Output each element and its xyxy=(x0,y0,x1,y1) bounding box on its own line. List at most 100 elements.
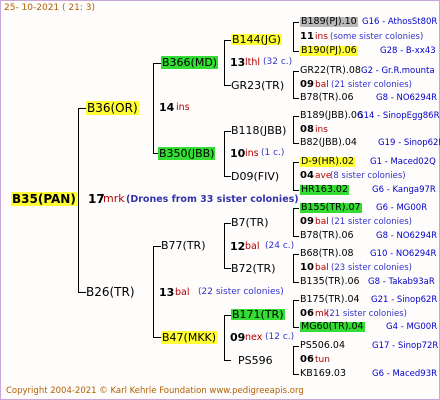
gen3-a2-queen[interactable]: GR23(TR) xyxy=(231,80,284,91)
gen4-group-id: G14 - SinopEgg86R xyxy=(357,111,440,121)
connector xyxy=(293,254,294,283)
connector xyxy=(224,268,231,269)
gen3-d2-queen[interactable]: PS596 xyxy=(238,355,273,366)
connector xyxy=(293,300,294,328)
gen2-d-comment: (12 c.) xyxy=(265,332,295,342)
connector xyxy=(224,40,225,86)
connector xyxy=(153,246,161,247)
gen3-b1-queen[interactable]: B118(JBB) xyxy=(231,125,286,136)
gen1-bottom-num: 13 xyxy=(159,286,175,299)
gen4-queen[interactable]: HR163.02 xyxy=(300,185,349,195)
gen4-group-id: G6 - MG00R xyxy=(376,203,428,213)
gen3-a2-race: bal xyxy=(315,80,329,90)
gen4-group-id: G6 - Maced93R xyxy=(372,369,438,379)
gen3-b2-queen[interactable]: D09(FIV) xyxy=(231,171,279,182)
connector xyxy=(224,315,231,316)
connector xyxy=(293,116,299,117)
gen3-a1-queen[interactable]: B144(JG) xyxy=(231,34,282,45)
gen3-d2-num: 06 xyxy=(300,354,314,365)
connector xyxy=(293,190,299,191)
gen4-group-id: G6 - Kanga97R xyxy=(372,185,436,195)
gen4-queen[interactable]: B190(PJ).06 xyxy=(300,46,358,56)
gen2-c-queen[interactable]: B77(TR) xyxy=(161,240,206,251)
gen1-bottom-queen[interactable]: B26(TR) xyxy=(86,286,135,298)
gen4-group-id: G16 - AthosSt80R xyxy=(362,17,438,27)
gen4-queen[interactable]: PS506.04 xyxy=(300,341,345,351)
gen3-a2-comment: (21 sister colonies) xyxy=(331,80,412,90)
connector xyxy=(153,63,161,64)
gen4-queen[interactable]: B175(TR).04 xyxy=(300,295,360,305)
gen3-c1-race: bal xyxy=(315,217,329,227)
gen2-a-comment: (32 c.) xyxy=(263,57,293,67)
gen3-b2-comment: (8 sister colonies) xyxy=(330,171,406,181)
gen2-c-race: bal xyxy=(245,241,260,252)
gen3-c2-queen[interactable]: B72(TR) xyxy=(231,263,276,274)
connector xyxy=(224,223,231,224)
connector xyxy=(293,374,299,375)
root-race: mrk xyxy=(103,192,125,205)
date-header: 25- 10-2021 ( 21: 3) xyxy=(4,3,95,13)
root-queen[interactable]: B35(PAN) xyxy=(11,192,77,206)
gen4-group-id: G4 - MG00R xyxy=(386,322,438,332)
gen3-c1-num: 09 xyxy=(300,216,314,227)
gen4-group-id: G1 - Maced02Q xyxy=(370,157,436,167)
connector xyxy=(293,98,299,99)
gen3-c2-race: bal xyxy=(315,263,329,273)
gen2-d-queen[interactable]: B47(MKK) xyxy=(161,331,218,344)
connector xyxy=(293,22,294,52)
gen3-d2-race: tun xyxy=(315,355,330,365)
connector xyxy=(293,22,299,23)
gen4-group-id: G17 - Sinop72R xyxy=(372,341,439,351)
gen1-bottom-comment: (22 sister colonies) xyxy=(198,287,284,297)
connector xyxy=(293,71,299,72)
gen3-b1-race: ins xyxy=(315,125,328,135)
gen4-queen[interactable]: B78(TR).06 xyxy=(300,231,354,241)
gen4-queen[interactable]: B155(TR).07 xyxy=(300,203,362,213)
connector xyxy=(224,131,225,177)
footer-copyright: Copyright 2004-2021 © Karl Kehrle Founda… xyxy=(6,386,304,396)
gen4-queen[interactable]: GR22(TR).08 xyxy=(300,66,361,76)
gen4-queen[interactable]: B82(JBB).04 xyxy=(300,138,357,148)
gen3-b2-num: 04 xyxy=(300,170,314,181)
gen4-queen[interactable]: B135(TR).06 xyxy=(300,277,360,287)
gen4-queen[interactable]: B189(JBB).06 xyxy=(300,111,363,121)
gen1-top-num: 14 xyxy=(159,101,175,114)
connector xyxy=(224,40,231,41)
gen2-c-num: 12 xyxy=(230,240,246,253)
gen4-queen[interactable]: D-9(HR).02 xyxy=(300,157,356,167)
gen1-top-queen[interactable]: B36(OR) xyxy=(86,101,139,115)
gen2-a-queen[interactable]: B366(MD) xyxy=(161,56,219,69)
gen3-c2-comment: (23 sister colonies) xyxy=(331,263,412,273)
gen2-b-num: 10 xyxy=(230,147,246,160)
gen4-group-id: G8 - NO6294R xyxy=(376,93,438,103)
connector xyxy=(224,131,231,132)
connector xyxy=(224,176,231,177)
connector xyxy=(78,292,86,293)
gen4-queen[interactable]: B189(PJ).10 xyxy=(300,17,358,27)
gen2-b-queen[interactable]: B350(JBB) xyxy=(158,147,216,160)
gen4-group-id: G10 - NO6294R xyxy=(370,249,437,259)
gen4-group-id: G28 - B-xx43 xyxy=(380,46,436,56)
connector xyxy=(153,337,161,338)
gen4-queen[interactable]: KB169.03 xyxy=(300,369,346,379)
connector xyxy=(293,71,294,99)
gen2-d-num: 09 xyxy=(230,331,246,344)
connector xyxy=(293,236,299,237)
gen3-b1-num: 08 xyxy=(300,124,314,135)
connector xyxy=(224,85,231,86)
gen2-c-comment: (24 c.) xyxy=(265,241,295,251)
gen4-group-id: G21 - Sinop62R xyxy=(371,295,438,305)
gen4-queen[interactable]: MG60(TR).04 xyxy=(300,322,365,332)
gen3-d1-queen[interactable]: B171(TR) xyxy=(231,309,285,320)
gen3-c1-queen[interactable]: B7(TR) xyxy=(231,217,269,228)
gen4-group-id: G8 - NO6294R xyxy=(376,231,438,241)
gen4-queen[interactable]: B68(TR).08 xyxy=(300,249,354,259)
connector xyxy=(224,360,231,361)
gen2-a-num: 13 xyxy=(230,56,246,69)
connector xyxy=(224,315,225,361)
gen4-queen[interactable]: B78(TR).06 xyxy=(300,93,354,103)
connector xyxy=(293,300,299,301)
connector xyxy=(153,63,154,154)
connector xyxy=(224,223,225,269)
connector xyxy=(153,246,154,338)
